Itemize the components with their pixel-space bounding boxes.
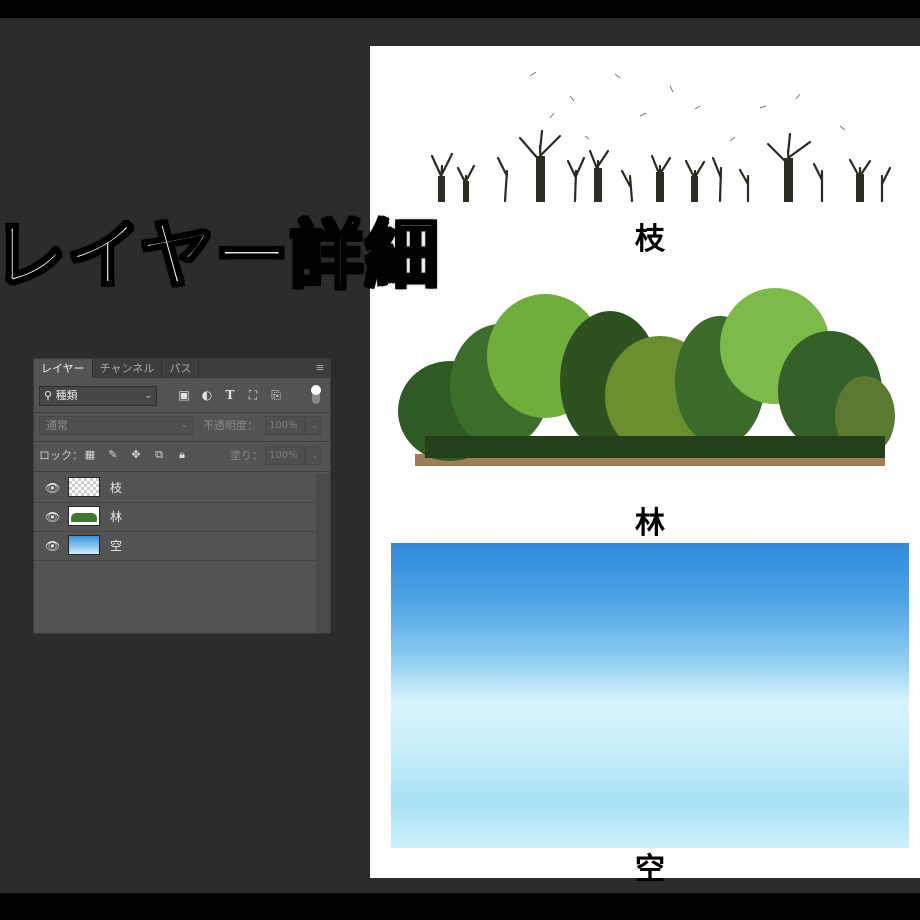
blend-row: 通常 ⌄ 不透明度： 100% ⌄ [39,416,325,436]
layer-list-scrollbar[interactable] [316,474,330,633]
divider [34,412,330,413]
layer-name: 枝 [110,481,123,495]
lock-position-icon[interactable]: ✥ [129,447,143,463]
lock-row: ロック： ▦ ✎ ✥ ⧉ 🔒︎ 塗り： 100% ⌄ [39,446,325,466]
smart-object-filter-icon[interactable]: ⎘ [269,387,283,403]
fill-field[interactable]: 100% [265,446,305,465]
chevron-down-icon: ⌄ [311,421,318,430]
filter-toggle[interactable] [311,385,321,404]
filter-icons: ▣ ◐ T ⛶ ⎘ [177,387,283,403]
opacity-dropdown[interactable]: ⌄ [305,416,321,435]
lock-label: ロック： [39,449,83,462]
page-title: レイヤー詳細 [0,212,440,301]
opacity-field[interactable]: 100% [265,416,305,435]
eye-icon[interactable]: 👁︎ [45,482,60,494]
fill-value: 100% [269,450,298,461]
opacity-label: 不透明度： [203,419,258,432]
lock-artboard-icon[interactable]: ⧉ [152,447,166,463]
branches-illustration [430,71,892,203]
eye-icon[interactable]: 👁︎ [45,511,60,523]
blend-mode-select[interactable]: 通常 ⌄ [39,416,193,435]
lock-transparency-icon[interactable]: ▦ [83,447,97,463]
layers-panel: レイヤー チャンネル パス ≡ ⚲ 種類 ⌄ ▣ ◐ T ⛶ ⎘ 通常 ⌄ 不透… [33,358,331,634]
opacity-value: 100% [269,420,298,431]
layer-row[interactable]: 👁︎ 空 [34,532,316,561]
blend-mode-label: 通常 [46,419,68,432]
fill-label: 塗り： [230,449,263,462]
sky-illustration [391,543,909,848]
divider [34,471,330,472]
tab-channels[interactable]: チャンネル [93,359,163,378]
type-filter-icon[interactable]: T [223,387,237,403]
kind-filter-select[interactable]: ⚲ 種類 ⌄ [39,386,157,406]
workspace: レイヤー詳細 レイヤー チャンネル パス ≡ ⚲ 種類 ⌄ ▣ ◐ T ⛶ ⎘ [0,18,920,893]
layer-row[interactable]: 👁︎ 林 [34,503,316,532]
chevron-down-icon: ⌄ [311,451,318,460]
adjustment-filter-icon[interactable]: ◐ [200,387,214,403]
eye-icon[interactable]: 👁︎ [45,540,60,552]
pixel-filter-icon[interactable]: ▣ [177,387,191,403]
layer-thumbnail [68,477,100,497]
divider [34,441,330,442]
sky-caption: 空 [635,852,665,887]
chevron-down-icon: ⌄ [144,391,152,401]
fill-dropdown[interactable]: ⌄ [305,446,321,465]
forest-illustration [398,288,895,466]
layer-name: 空 [110,539,123,553]
chevron-down-icon: ⌄ [180,420,188,430]
layer-list: 👁︎ 枝 👁︎ 林 👁︎ 空 [34,474,316,561]
shape-filter-icon[interactable]: ⛶ [246,387,260,403]
layer-thumbnail [68,535,100,555]
layer-name: 林 [110,510,123,524]
branches-caption: 枝 [635,222,665,257]
search-icon: ⚲ [44,389,53,402]
canvas-preview: 枝 林 空 [370,46,920,887]
kind-filter-label: 種類 [55,389,78,402]
panel-tabs: レイヤー チャンネル パス ≡ [34,359,330,378]
layer-thumbnail [68,506,100,526]
tab-layers[interactable]: レイヤー [34,359,93,378]
tab-paths[interactable]: パス [162,359,200,378]
lock-image-icon[interactable]: ✎ [106,447,120,463]
forest-caption: 林 [635,506,665,541]
layer-row[interactable]: 👁︎ 枝 [34,474,316,503]
lock-all-icon[interactable]: 🔒︎ [175,447,189,463]
filter-row: ⚲ 種類 ⌄ ▣ ◐ T ⛶ ⎘ [39,385,325,408]
panel-menu-icon[interactable]: ≡ [314,362,326,374]
lock-icons: ▦ ✎ ✥ ⧉ 🔒︎ [83,447,189,463]
